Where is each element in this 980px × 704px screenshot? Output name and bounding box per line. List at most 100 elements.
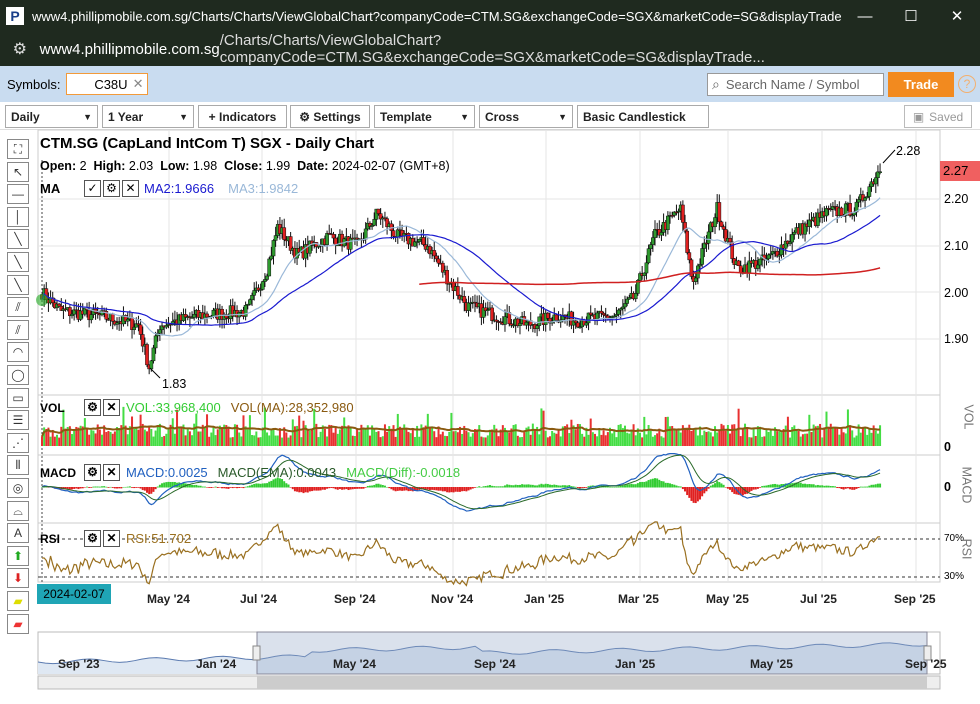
macd-histogram-bar — [816, 484, 819, 488]
search-input[interactable]: ⌕ Search Name / Symbol — [707, 73, 884, 96]
indicators-button[interactable]: + Indicators — [198, 105, 287, 128]
crosshair-select[interactable]: Cross ▼ — [479, 105, 573, 128]
volume-bar — [101, 434, 104, 446]
candle — [678, 204, 683, 212]
volume-bar — [619, 424, 622, 446]
fib-retrace-tool-icon[interactable]: ☰ — [7, 410, 29, 431]
macd-histogram-bar — [437, 487, 440, 491]
candle — [807, 219, 812, 227]
vol-remove-icon[interactable]: ✕ — [103, 399, 120, 416]
rect-tool-icon[interactable]: ▭ — [7, 387, 29, 408]
macd-histogram-bar — [484, 486, 487, 488]
clear-symbol-icon[interactable]: ✕ — [133, 76, 144, 92]
address-bar[interactable]: ⚙ www4.phillipmobile.com.sg/Charts/Chart… — [0, 32, 980, 66]
extended-tool-icon[interactable]: ╲ — [7, 274, 29, 295]
fib-circle-tool-icon[interactable]: ◎ — [7, 478, 29, 498]
vol-settings-icon[interactable]: ⚙ — [84, 399, 101, 416]
volume-bar — [859, 432, 862, 446]
macd-histogram-bar — [613, 486, 616, 488]
macd-histogram-bar — [201, 486, 204, 488]
volume-bar — [476, 429, 479, 446]
macd-settings-icon[interactable]: ⚙ — [84, 464, 101, 481]
site-settings-icon[interactable]: ⚙ — [0, 39, 40, 59]
candle — [248, 299, 252, 305]
text-tool-icon[interactable]: A — [7, 523, 29, 544]
macd-histogram-bar — [527, 484, 530, 488]
candle — [786, 240, 790, 244]
line-tool-icon[interactable]: ╲ — [7, 229, 29, 250]
rsi-remove-icon[interactable]: ✕ — [103, 530, 120, 547]
macd-histogram-bar — [729, 487, 732, 490]
pointer-tool-icon[interactable]: ↖ — [7, 161, 29, 182]
fib-time-tool-icon[interactable]: ⦀ — [7, 455, 29, 476]
expand-tool-icon[interactable]: ⛶ — [7, 139, 29, 159]
macd-histogram-bar — [842, 487, 845, 490]
minimize-button[interactable]: — — [842, 8, 888, 25]
candle — [462, 296, 467, 303]
arrow-up-tool-icon[interactable]: ⬆ — [7, 545, 29, 566]
volume-bar — [418, 436, 421, 446]
ma-remove-icon[interactable]: ✕ — [122, 180, 139, 197]
ray-tool-icon[interactable]: ╲ — [7, 252, 29, 272]
highlighter-tool-icon[interactable]: ▰ — [7, 591, 29, 611]
volume-bar — [662, 437, 665, 446]
close-button[interactable]: ✕ — [934, 7, 980, 25]
macd-histogram-bar — [480, 486, 483, 488]
macd-histogram-bar — [173, 481, 176, 488]
hline-tool-icon[interactable]: — — [7, 184, 29, 205]
help-icon[interactable]: ? — [958, 75, 976, 93]
candle — [822, 211, 827, 217]
settings-button[interactable]: ⚙ Settings — [290, 105, 370, 128]
candle — [584, 322, 589, 326]
fib-arc-tool-icon[interactable]: ⌓ — [7, 500, 29, 521]
chart-type-select[interactable]: Basic Candlestick — [577, 105, 709, 128]
ma-settings-icon[interactable]: ⚙ — [103, 180, 120, 197]
volume-bar — [156, 425, 159, 446]
volume-bar — [872, 425, 875, 446]
candle — [263, 279, 267, 282]
template-select[interactable]: Template ▼ — [374, 105, 475, 128]
volume-bar — [542, 410, 545, 446]
vol-ma-value: VOL(MA):28,352,980 — [230, 400, 354, 415]
macd-histogram-bar — [306, 487, 309, 493]
volume-bar — [248, 415, 251, 446]
maximize-button[interactable]: ☐ — [888, 7, 934, 25]
volume-bar — [874, 430, 877, 446]
vol-zero-tick: 0 — [944, 440, 951, 454]
macd-histogram-bar — [366, 485, 369, 488]
rsi-settings-icon[interactable]: ⚙ — [84, 530, 101, 547]
fib-fan-tool-icon[interactable]: ⋰ — [7, 432, 29, 453]
volume-bar — [334, 426, 337, 446]
eraser-tool-icon[interactable]: ▰ — [7, 613, 29, 634]
candle — [44, 288, 49, 300]
arc-tool-icon[interactable]: ◠ — [7, 342, 29, 363]
candle — [288, 236, 293, 251]
macd-histogram-bar — [731, 487, 734, 493]
candle — [867, 186, 872, 197]
volume-bar — [578, 424, 581, 446]
saved-button[interactable]: ▣ Saved — [904, 105, 972, 128]
parallel-tool-icon[interactable]: ⫽ — [7, 297, 29, 318]
ellipse-tool-icon[interactable]: ◯ — [7, 365, 29, 385]
ma-toggle-checkbox[interactable]: ✓ — [84, 180, 101, 197]
interval-select[interactable]: Daily ▼ — [5, 105, 98, 128]
macd-histogram-bar — [834, 486, 837, 488]
macd-remove-icon[interactable]: ✕ — [103, 464, 120, 481]
ma1-line — [41, 197, 881, 337]
volume-bar — [626, 432, 629, 446]
arrow-down-tool-icon[interactable]: ⬇ — [7, 568, 29, 589]
range-select[interactable]: 1 Year ▼ — [102, 105, 194, 128]
macd-histogram-bar — [364, 487, 367, 488]
trade-button[interactable]: Trade — [888, 72, 954, 97]
symbol-chip[interactable]: C38U ✕ — [66, 73, 149, 95]
macd-histogram-bar — [268, 481, 271, 488]
vline-tool-icon[interactable]: │ — [7, 206, 29, 227]
channel-tool-icon[interactable]: ⫽ — [7, 319, 29, 340]
macd-histogram-bar — [476, 486, 479, 488]
volume-bar — [784, 425, 787, 446]
candle — [342, 238, 347, 247]
macd-histogram-bar — [133, 487, 136, 489]
candle — [599, 310, 604, 314]
candle — [181, 314, 186, 321]
candle — [691, 276, 696, 282]
